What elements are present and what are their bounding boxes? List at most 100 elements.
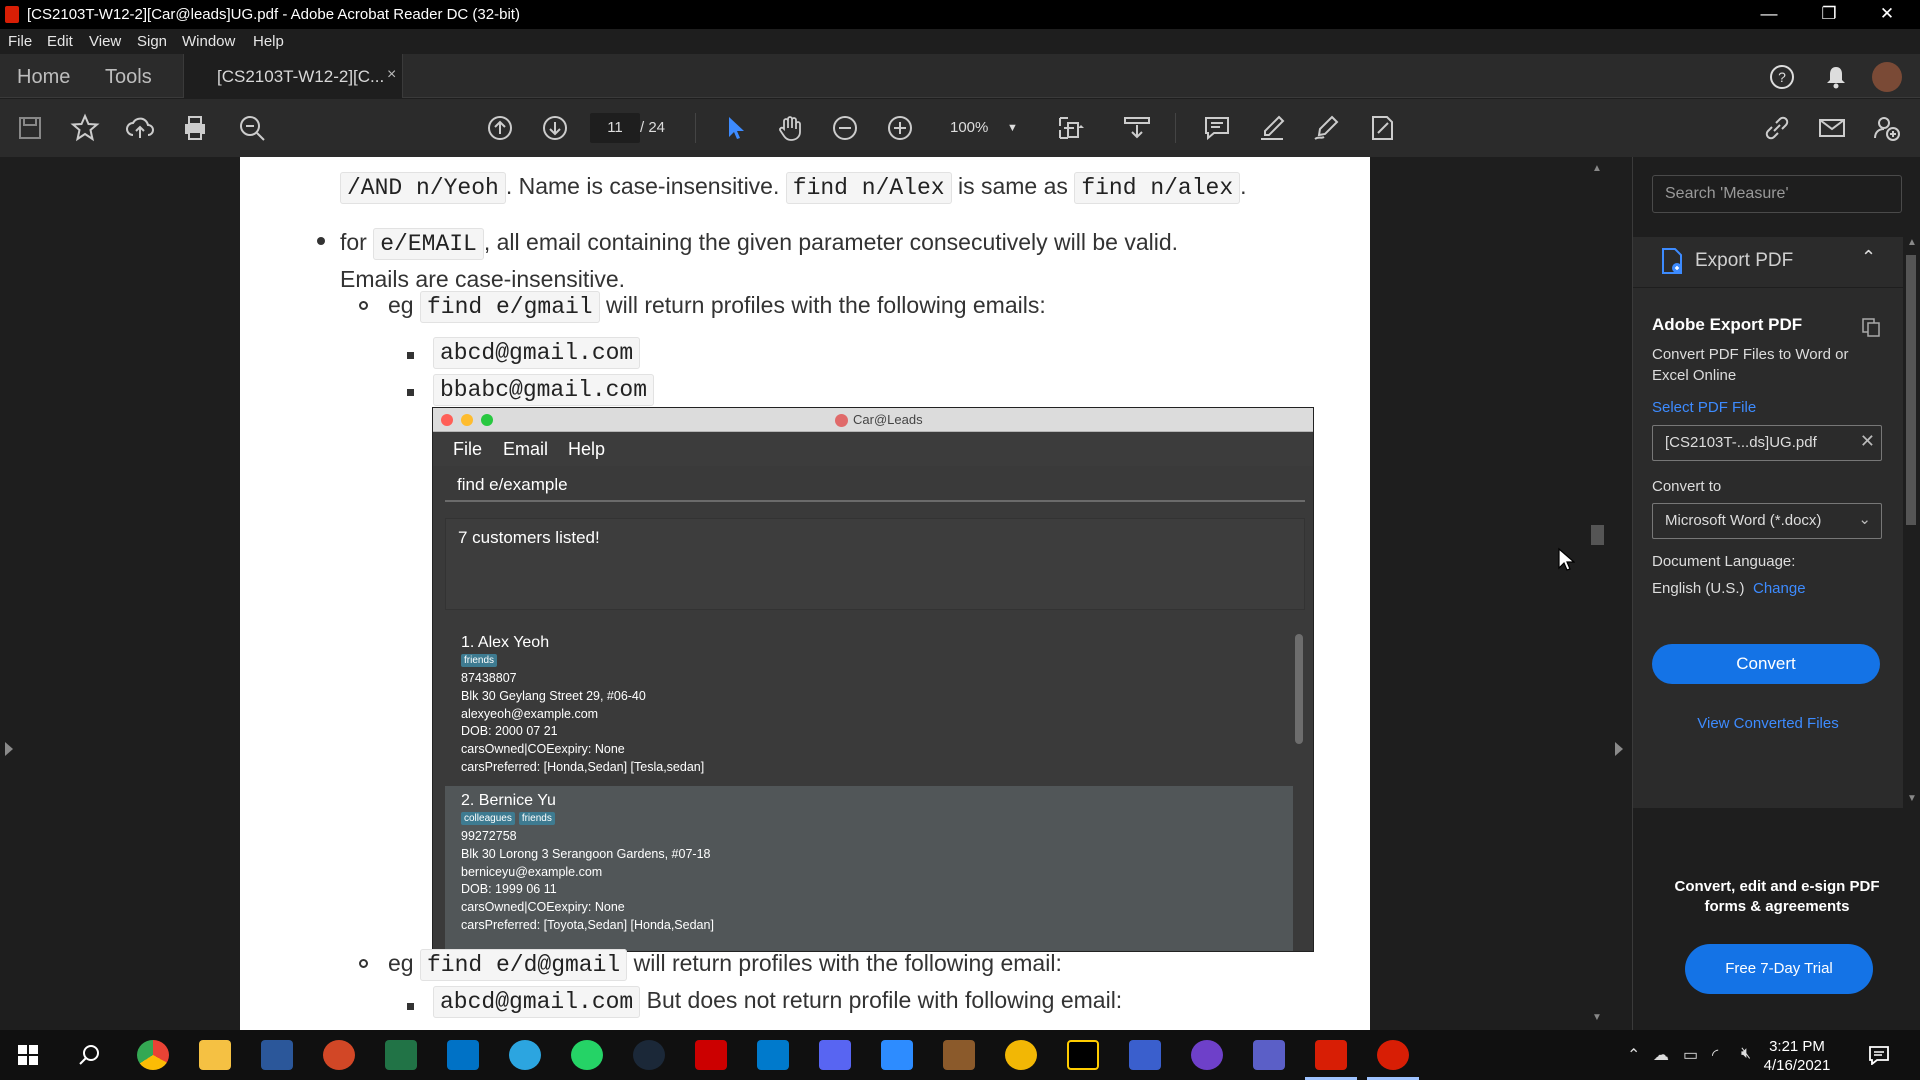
chrome-icon[interactable]: [137, 1040, 169, 1070]
car-leads-icon[interactable]: [1377, 1040, 1409, 1070]
notification-bell-icon[interactable]: [1822, 63, 1850, 91]
word-icon[interactable]: [261, 1040, 293, 1070]
menu-edit[interactable]: Edit: [47, 33, 73, 50]
zoom-out-icon[interactable]: [830, 113, 860, 143]
teams-icon[interactable]: [1253, 1040, 1285, 1070]
menu-sign[interactable]: Sign: [137, 33, 167, 50]
select-pdf-file-link[interactable]: Select PDF File: [1652, 399, 1756, 416]
zoom-icon[interactable]: [881, 1040, 913, 1070]
change-language-link[interactable]: Change: [1753, 580, 1806, 597]
upload-cloud-icon[interactable]: [125, 113, 155, 143]
scroll-down-icon[interactable]: ▼: [1592, 1012, 1602, 1023]
scroll-up-icon[interactable]: ▲: [1592, 163, 1602, 174]
tools-search-input[interactable]: Search 'Measure': [1652, 175, 1902, 213]
tag: friends: [518, 812, 555, 825]
document-scrollbar[interactable]: ▲ ▼: [1588, 157, 1606, 1030]
menu-file[interactable]: File: [8, 33, 32, 50]
scroll-up-icon[interactable]: ▲: [1907, 237, 1917, 248]
bookmark-star-icon[interactable]: [70, 113, 100, 143]
windows-taskbar: ⌃ ☁ ▭ ◜ 🔇︎ 3:21 PM 4/16/2021: [0, 1030, 1920, 1080]
razer-icon[interactable]: [695, 1040, 727, 1070]
scrollbar-thumb[interactable]: [1906, 255, 1916, 525]
app-icon[interactable]: [1129, 1040, 1161, 1070]
select-cursor-icon[interactable]: [720, 113, 750, 143]
highlight-pen-icon[interactable]: [1257, 113, 1287, 143]
onedrive-icon[interactable]: ☁: [1653, 1045, 1669, 1065]
comment-icon[interactable]: [1202, 113, 1232, 143]
chevron-up-icon[interactable]: ⌃: [1627, 1045, 1640, 1065]
system-clock[interactable]: 3:21 PM 4/16/2021: [1757, 1037, 1837, 1075]
acrobat-app-icon: [5, 6, 19, 23]
volume-muted-icon[interactable]: 🔇︎: [1741, 1045, 1751, 1063]
collapse-right-panel-icon[interactable]: [1615, 742, 1623, 756]
tab-home[interactable]: Home: [17, 66, 70, 89]
menu-view[interactable]: View: [89, 33, 121, 50]
outlook-icon[interactable]: [447, 1040, 479, 1070]
expand-left-panel-icon[interactable]: [5, 742, 13, 756]
battery-icon[interactable]: ▭: [1683, 1045, 1698, 1065]
save-icon[interactable]: [15, 113, 45, 143]
clear-file-icon[interactable]: ✕: [1860, 431, 1875, 452]
next-page-icon[interactable]: [540, 113, 570, 143]
doc-line-email-param: for e/EMAIL, all email containing the gi…: [340, 228, 1178, 260]
menu-help[interactable]: Help: [253, 33, 284, 50]
tab-tools[interactable]: Tools: [105, 66, 152, 89]
excel-icon[interactable]: [385, 1040, 417, 1070]
game-icon[interactable]: [943, 1040, 975, 1070]
convert-format-dropdown[interactable]: Microsoft Word (*.docx) ⌄: [1652, 503, 1882, 539]
add-user-icon[interactable]: [1872, 113, 1902, 143]
fit-page-icon[interactable]: [1055, 113, 1085, 143]
powerpoint-icon[interactable]: [323, 1040, 355, 1070]
customer-dob: DOB: 1999 06 11: [461, 882, 557, 897]
restore-button[interactable]: ❐: [1800, 0, 1858, 29]
scroll-down-icon[interactable]: ▼: [1907, 793, 1917, 804]
minimize-button[interactable]: —: [1740, 0, 1798, 29]
vscode-icon[interactable]: [757, 1040, 789, 1070]
wifi-icon[interactable]: ◜: [1712, 1045, 1718, 1065]
tab-close-icon[interactable]: ×: [387, 66, 396, 84]
intellij-icon[interactable]: [1067, 1040, 1099, 1070]
search-icon[interactable]: [78, 1044, 100, 1066]
app-menu-bar: File Email Help: [433, 432, 1313, 466]
whatsapp-icon[interactable]: [571, 1040, 603, 1070]
share-link-icon[interactable]: [1762, 113, 1792, 143]
doc-line-name-case: /AND n/Yeoh. Name is case-insensitive. f…: [340, 172, 1247, 204]
doc-line-email-case: Emails are case-insensitive.: [340, 266, 626, 292]
mouse-cursor-icon: [1558, 547, 1575, 571]
steam-icon[interactable]: [633, 1040, 665, 1070]
free-trial-button[interactable]: Free 7-Day Trial: [1685, 944, 1873, 994]
shield-app-icon[interactable]: [1005, 1040, 1037, 1070]
edit-pdf-icon[interactable]: [1367, 113, 1397, 143]
file-explorer-icon[interactable]: [199, 1040, 231, 1070]
scrollbar-thumb[interactable]: [1591, 525, 1604, 545]
email-icon[interactable]: [1817, 113, 1847, 143]
github-desktop-icon[interactable]: [1191, 1040, 1223, 1070]
zoom-level-dropdown[interactable]: 100% ▼: [935, 113, 1025, 143]
view-converted-files-link[interactable]: View Converted Files: [1633, 715, 1903, 732]
previous-page-icon[interactable]: [485, 113, 515, 143]
menu-window[interactable]: Window: [182, 33, 235, 50]
acrobat-icon[interactable]: [1315, 1040, 1347, 1070]
convert-button[interactable]: Convert: [1652, 644, 1880, 684]
hand-tool-icon[interactable]: [775, 113, 805, 143]
notification-center-icon[interactable]: [1868, 1045, 1890, 1065]
chevron-up-icon[interactable]: ⌃: [1861, 247, 1876, 268]
scroll-mode-icon[interactable]: [1122, 113, 1152, 143]
sign-icon[interactable]: [1312, 113, 1342, 143]
tab-document[interactable]: [CS2103T-W12-2][C... ×: [183, 54, 403, 98]
close-button[interactable]: ✕: [1858, 0, 1916, 29]
help-icon[interactable]: ?: [1768, 63, 1796, 91]
export-pdf-header[interactable]: Export PDF ⌃: [1633, 237, 1903, 287]
windows-start-icon[interactable]: [18, 1045, 38, 1065]
discord-icon[interactable]: [819, 1040, 851, 1070]
copy-icon[interactable]: [1861, 317, 1881, 337]
zoom-in-icon[interactable]: [885, 113, 915, 143]
search-zoom-icon[interactable]: [237, 113, 267, 143]
panel-scrollbar[interactable]: ▲ ▼: [1902, 237, 1920, 807]
export-heading: Adobe Export PDF: [1652, 315, 1803, 334]
avatar[interactable]: [1872, 62, 1902, 92]
telegram-icon[interactable]: [509, 1040, 541, 1070]
print-icon[interactable]: [180, 113, 210, 143]
selected-file-field[interactable]: [CS2103T-...ds]UG.pdf ✕: [1652, 425, 1882, 461]
page-number-input[interactable]: 11: [590, 113, 640, 143]
